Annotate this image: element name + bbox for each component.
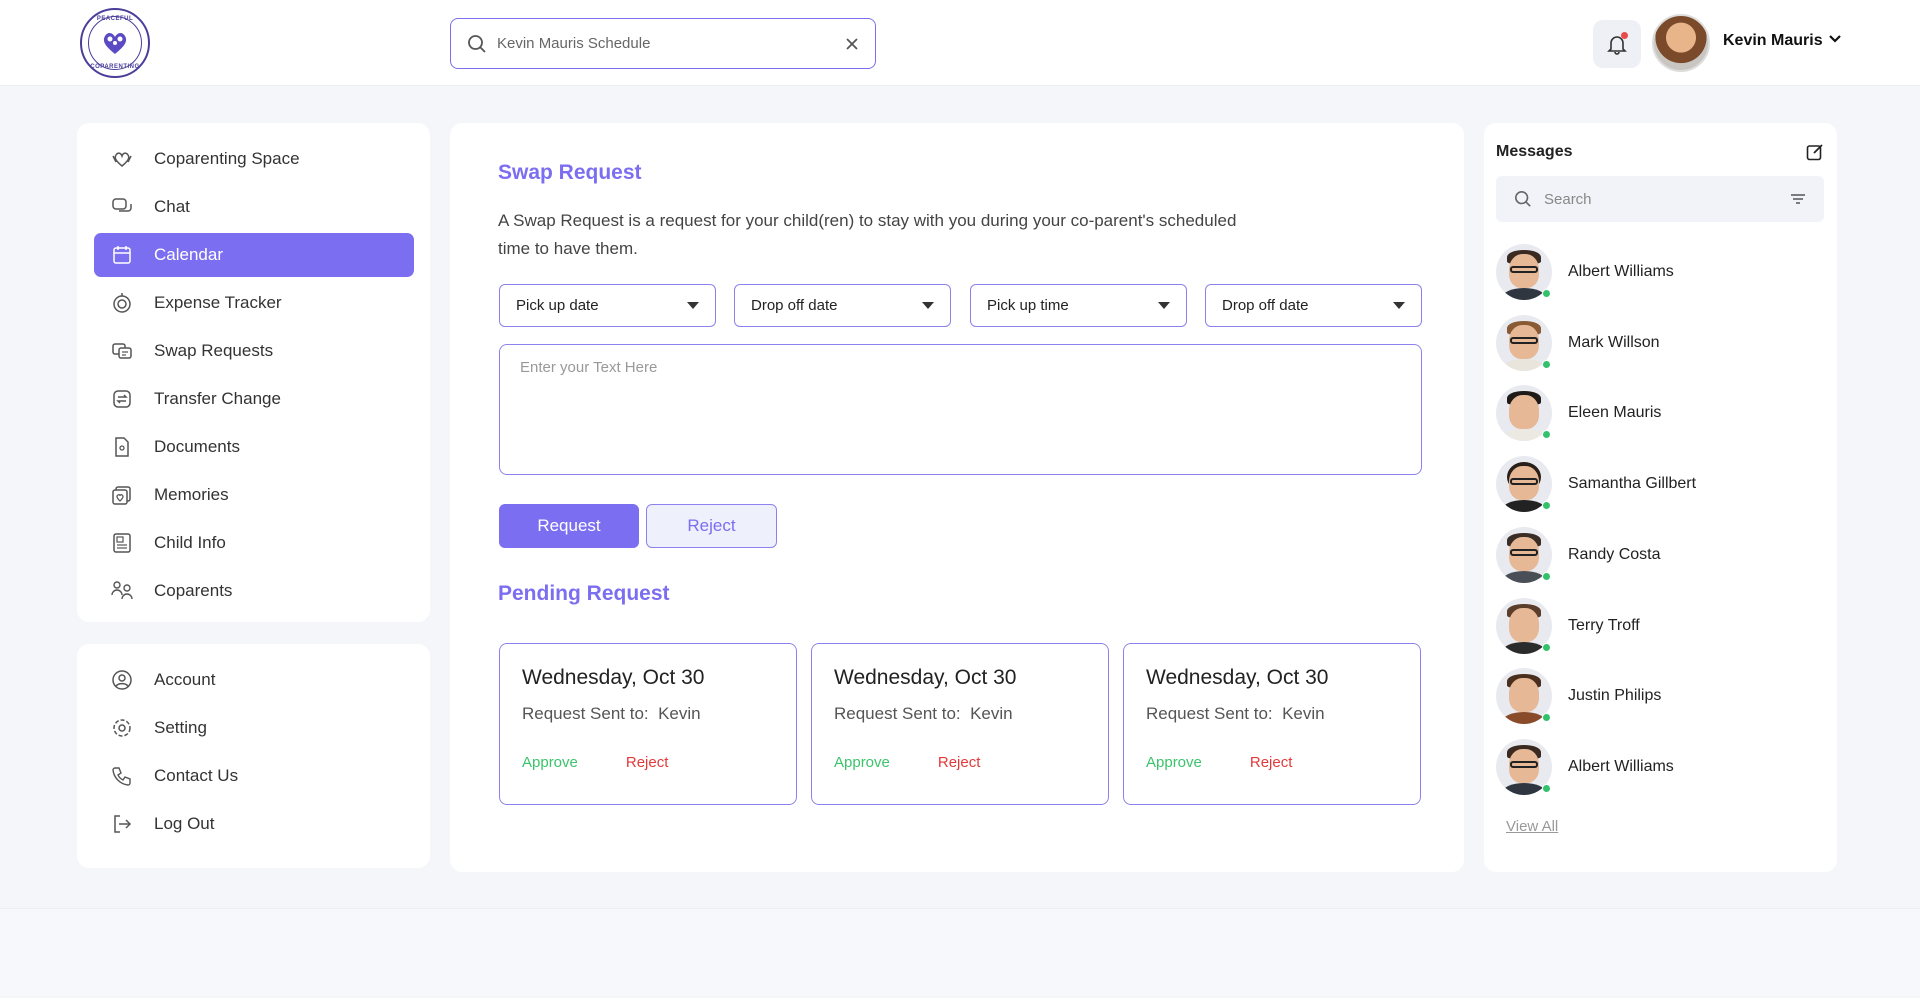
online-indicator: [1542, 430, 1551, 439]
transfer-icon: [110, 387, 134, 411]
swap-request-panel: Swap Request A Swap Request is a request…: [450, 123, 1464, 872]
sidebar-item-account[interactable]: Account: [94, 658, 414, 702]
sidebar-item-coparents[interactable]: Coparents: [94, 569, 414, 613]
notification-dot: [1621, 32, 1628, 39]
contact-item[interactable]: Eleen Mauris: [1496, 384, 1816, 442]
request-button[interactable]: Request: [499, 504, 639, 548]
sidebar-item-expense-tracker[interactable]: Expense Tracker: [94, 281, 414, 325]
approve-link[interactable]: Approve: [834, 754, 890, 771]
page-footer: [0, 908, 1920, 996]
sidebar-item-contact-us[interactable]: Contact Us: [94, 754, 414, 798]
user-circle-icon: [110, 668, 134, 692]
online-indicator: [1542, 501, 1551, 510]
calendar-icon: [110, 243, 134, 267]
online-indicator: [1542, 784, 1551, 793]
messages-panel: Messages Search Albert Williams Mark Wil…: [1484, 123, 1837, 872]
user-avatar[interactable]: [1652, 14, 1710, 72]
pickup-date-dropdown[interactable]: Pick up date: [499, 284, 716, 327]
pending-recipient: Request Sent to: Kevin: [834, 704, 1013, 723]
sidebar-item-documents[interactable]: Documents: [94, 425, 414, 469]
sidebar-item-swap-requests[interactable]: Swap Requests: [94, 329, 414, 373]
sidebar-main: Coparenting Space Chat Calendar Expense …: [77, 123, 430, 622]
view-all-link[interactable]: View All: [1506, 818, 1558, 835]
notifications-button[interactable]: [1593, 20, 1641, 68]
search-icon: [468, 34, 486, 53]
messages-search-input[interactable]: Search: [1496, 176, 1824, 222]
pickup-time-dropdown[interactable]: Pick up time: [970, 284, 1187, 327]
reject-link[interactable]: Reject: [938, 754, 981, 771]
heart-family-icon: [103, 33, 127, 54]
sidebar-item-chat[interactable]: Chat: [94, 185, 414, 229]
pending-date: Wednesday, Oct 30: [834, 666, 1017, 689]
pending-date: Wednesday, Oct 30: [522, 666, 705, 689]
pending-request-card: Wednesday, Oct 30 Request Sent to: Kevin…: [811, 643, 1109, 805]
global-search-input[interactable]: Kevin Mauris Schedule: [450, 18, 876, 69]
contact-item[interactable]: Samantha Gillbert: [1496, 455, 1816, 513]
pending-request-title: Pending Request: [498, 582, 670, 605]
online-indicator: [1542, 713, 1551, 722]
chevron-down-icon[interactable]: [1828, 34, 1842, 44]
reject-button[interactable]: Reject: [646, 504, 777, 548]
logout-icon: [110, 812, 134, 836]
sidebar-item-transfer-change[interactable]: Transfer Change: [94, 377, 414, 421]
online-indicator: [1542, 289, 1551, 298]
clear-icon[interactable]: [845, 37, 859, 51]
sidebar-item-coparenting-space[interactable]: Coparenting Space: [94, 137, 414, 181]
approve-link[interactable]: Approve: [522, 754, 578, 771]
reject-link[interactable]: Reject: [1250, 754, 1293, 771]
contact-item[interactable]: Albert Williams: [1496, 738, 1816, 796]
sidebar-item-calendar[interactable]: Calendar: [94, 233, 414, 277]
top-header: PEACEFUL COPARENTING Kevin Mauris Schedu…: [0, 0, 1920, 86]
pending-request-card: Wednesday, Oct 30 Request Sent to: Kevin…: [499, 643, 797, 805]
child-info-icon: [110, 531, 134, 555]
filter-icon[interactable]: [1790, 193, 1806, 205]
contact-item[interactable]: Justin Philips: [1496, 667, 1816, 725]
user-name[interactable]: Kevin Mauris: [1723, 32, 1823, 50]
swap-request-description: A Swap Request is a request for your chi…: [498, 211, 1237, 258]
compose-icon[interactable]: [1806, 143, 1824, 161]
online-indicator: [1542, 643, 1551, 652]
dropoff-date-dropdown[interactable]: Drop off date: [734, 284, 951, 327]
contact-item[interactable]: Randy Costa: [1496, 526, 1816, 584]
search-value[interactable]: Kevin Mauris Schedule: [497, 35, 845, 52]
online-indicator: [1542, 572, 1551, 581]
contact-item[interactable]: Mark Willson: [1496, 314, 1816, 372]
sidebar-item-memories[interactable]: Memories: [94, 473, 414, 517]
pending-request-card: Wednesday, Oct 30 Request Sent to: Kevin…: [1123, 643, 1421, 805]
chat-bubbles-icon: [110, 195, 134, 219]
pending-date: Wednesday, Oct 30: [1146, 666, 1329, 689]
online-indicator: [1542, 360, 1551, 369]
coin-icon: [110, 291, 134, 315]
dropoff-date-dropdown-2[interactable]: Drop off date: [1205, 284, 1422, 327]
app-logo[interactable]: PEACEFUL COPARENTING: [80, 8, 150, 78]
contact-item[interactable]: Terry Troff: [1496, 597, 1816, 655]
contact-item[interactable]: Albert Williams: [1496, 243, 1816, 301]
pending-recipient: Request Sent to: Kevin: [1146, 704, 1325, 723]
reject-link[interactable]: Reject: [626, 754, 669, 771]
sidebar-item-log-out[interactable]: Log Out: [94, 802, 414, 846]
caret-down-icon: [687, 301, 699, 309]
coparents-icon: [110, 579, 134, 603]
caret-down-icon: [1393, 301, 1405, 309]
sidebar-item-setting[interactable]: Setting: [94, 706, 414, 750]
approve-link[interactable]: Approve: [1146, 754, 1202, 771]
request-message-textarea[interactable]: Enter your Text Here: [499, 344, 1422, 475]
messages-title: Messages: [1496, 143, 1573, 160]
caret-down-icon: [1158, 301, 1170, 309]
search-icon: [1514, 190, 1531, 207]
document-icon: [110, 435, 134, 459]
gear-icon: [110, 716, 134, 740]
caret-down-icon: [922, 301, 934, 309]
swap-messages-icon: [110, 339, 134, 363]
phone-icon: [110, 764, 134, 788]
pending-recipient: Request Sent to: Kevin: [522, 704, 701, 723]
photo-heart-icon: [110, 483, 134, 507]
swap-request-title: Swap Request: [498, 161, 642, 184]
sidebar-item-child-info[interactable]: Child Info: [94, 521, 414, 565]
hands-heart-icon: [110, 147, 134, 171]
sidebar-account: Account Setting Contact Us Log Out: [77, 644, 430, 868]
